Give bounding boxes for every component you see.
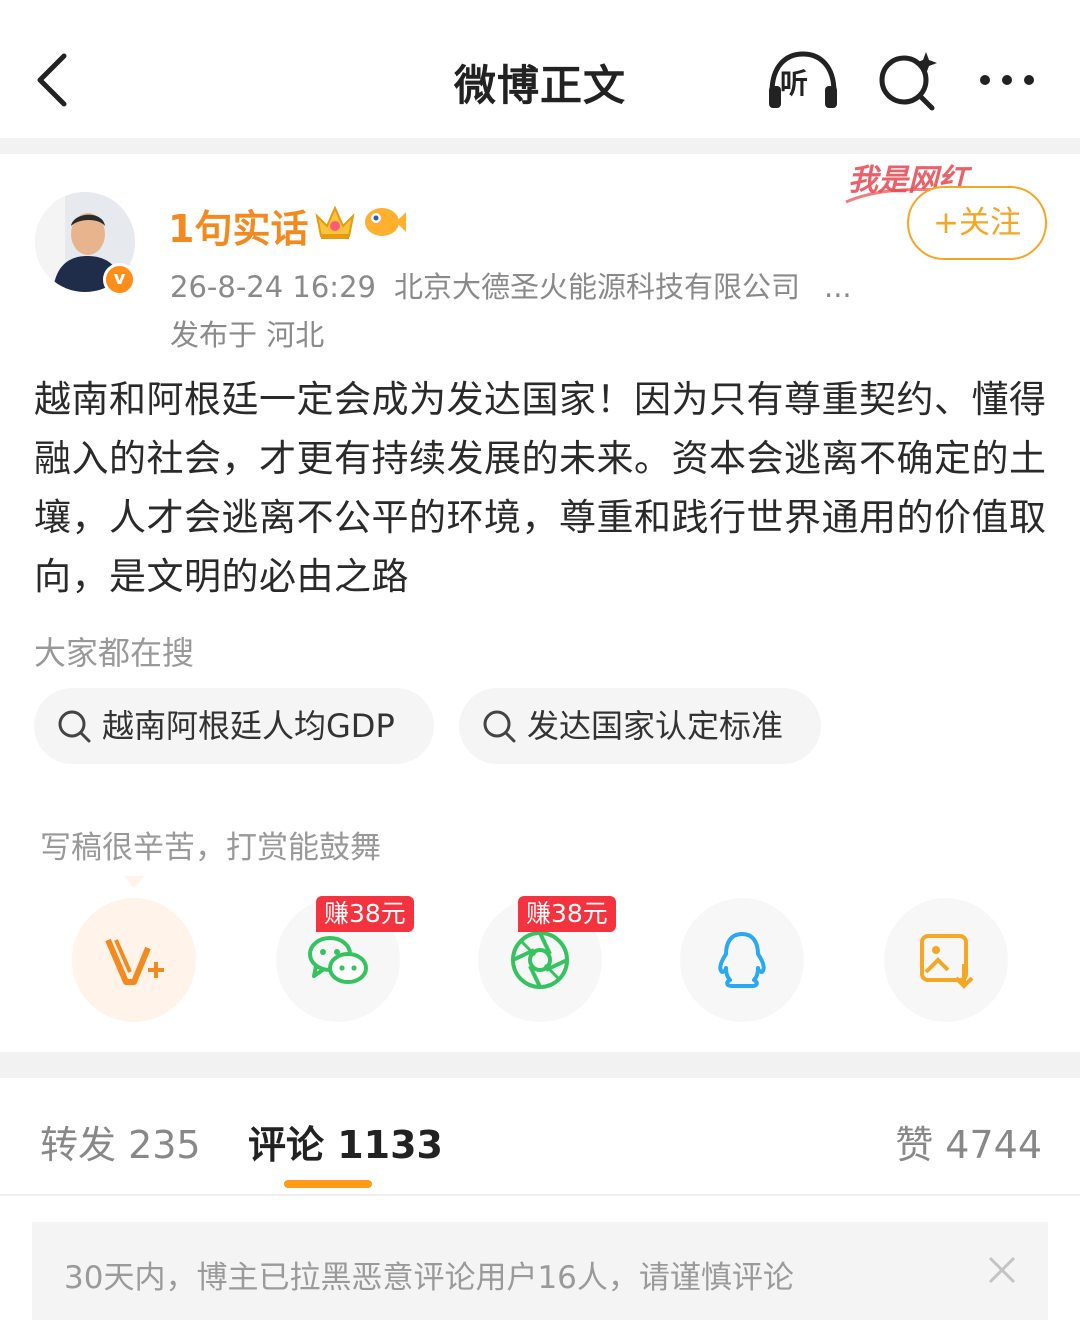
save-image-icon xyxy=(920,934,974,989)
author-name[interactable]: 1句实话 xyxy=(168,198,308,253)
post-source: 北京大德圣火能源科技有限公司 xyxy=(393,270,800,304)
v-plus-icon xyxy=(105,938,164,985)
tab-comment[interactable]: 评论 1133 xyxy=(248,1114,443,1169)
share-qq-button[interactable] xyxy=(680,898,804,1022)
listen-label: 听 xyxy=(780,67,809,100)
section-divider xyxy=(0,138,1080,154)
crown-badge-icon xyxy=(315,205,355,239)
reward-prompt: 写稿很辛苦，打赏能鼓舞 xyxy=(40,830,381,866)
wechat-icon xyxy=(308,936,368,984)
post-content: 越南和阿根廷一定会成为发达国家！因为只有尊重契约、懂得融入的社会，才更有持续发展… xyxy=(34,378,1047,598)
more-options-icon[interactable] xyxy=(975,60,1039,100)
search-sparkle-icon[interactable] xyxy=(876,48,940,112)
close-icon[interactable] xyxy=(986,1254,1018,1286)
active-tab-indicator xyxy=(284,1180,372,1188)
verified-badge-icon: v xyxy=(103,263,136,296)
tab-like[interactable]: 赞 4744 xyxy=(895,1114,1042,1169)
fan-badge-icon xyxy=(365,208,406,236)
tooltip-pointer xyxy=(124,876,144,888)
post-time: 26-8-24 16:29 xyxy=(170,270,376,304)
hot-search-chip-label: 发达国家认定标准 xyxy=(527,707,784,745)
source-ellipsis: ... xyxy=(824,270,852,304)
tab-repost[interactable]: 转发 235 xyxy=(40,1114,201,1169)
earn-badge: 赚38元 xyxy=(316,896,414,932)
notice-text: 30天内，博主已拉黑恶意评论用户16人，请谨慎评论 xyxy=(64,1260,794,1296)
qq-icon xyxy=(718,932,766,988)
tab-divider xyxy=(0,1194,1080,1196)
search-icon xyxy=(483,710,516,743)
section-divider xyxy=(0,1052,1080,1078)
earn-badge: 赚38元 xyxy=(518,896,616,932)
hot-search-chip-label: 越南阿根廷人均GDP xyxy=(102,707,395,745)
moments-icon xyxy=(511,931,569,989)
post-meta: 26-8-24 16:29 北京大德圣火能源科技有限公司... xyxy=(170,264,852,306)
top-bar: 微博正文 听 xyxy=(0,0,1080,138)
reward-button[interactable] xyxy=(72,898,196,1022)
comment-notice: 30天内，博主已拉黑恶意评论用户16人，请谨慎评论 xyxy=(32,1222,1048,1320)
hot-search-chip[interactable]: 发达国家认定标准 xyxy=(459,688,821,764)
hot-search-chip[interactable]: 越南阿根廷人均GDP xyxy=(34,688,434,764)
follow-button[interactable]: +关注 xyxy=(907,186,1047,260)
search-icon xyxy=(58,710,91,743)
post-location: 发布于 河北 xyxy=(170,318,325,352)
save-image-button[interactable] xyxy=(884,898,1008,1022)
hot-search-label: 大家都在搜 xyxy=(34,634,195,672)
